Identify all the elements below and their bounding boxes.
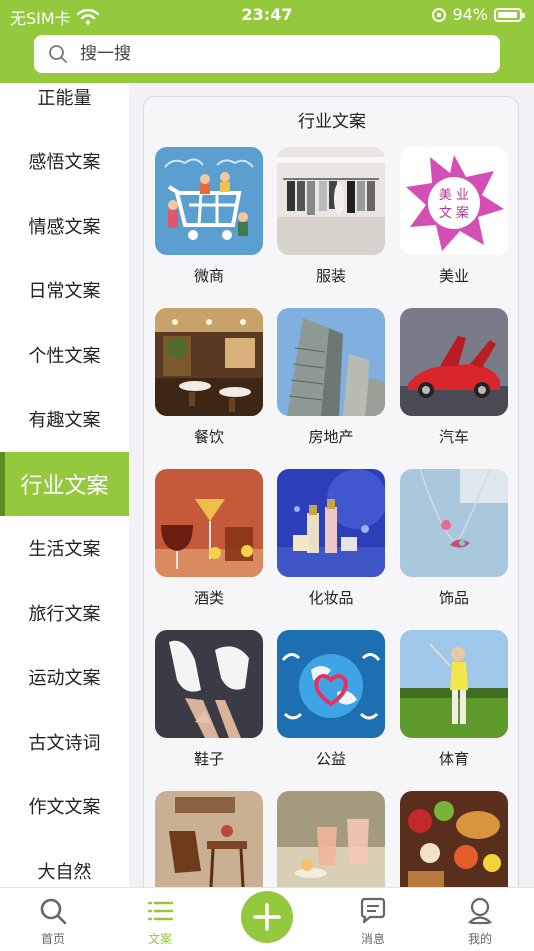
- sidebar-item-label: 感悟文案: [28, 152, 101, 173]
- profile-icon: [468, 897, 492, 925]
- beauty-logo-text-top: 美 业: [439, 188, 469, 203]
- thumbnail-image: [400, 630, 508, 738]
- plus-icon: [253, 903, 281, 931]
- sidebar-item-label: 旅行文案: [28, 604, 101, 625]
- sidebar-item-label: 生活文案: [28, 539, 101, 560]
- thumbnail-image: [155, 630, 263, 738]
- sidebar-item-sports[interactable]: 运动文案: [0, 645, 129, 709]
- tab-home[interactable]: 首页: [13, 888, 93, 951]
- add-button[interactable]: [241, 891, 293, 943]
- category-label: 美业: [438, 267, 469, 285]
- sidebar-item-essay[interactable]: 作文文案: [0, 774, 129, 838]
- category-item-real-estate[interactable]: 房地产: [277, 308, 385, 447]
- tab-label: 文案: [147, 932, 172, 946]
- category-item-clothing[interactable]: 服装: [277, 147, 385, 286]
- thumbnail-image: [277, 630, 385, 738]
- thumbnail-image: [400, 308, 508, 416]
- thumbnail-image: [155, 308, 263, 416]
- sidebar-item-life[interactable]: 生活文案: [0, 516, 129, 580]
- tab-profile[interactable]: 我的: [440, 888, 520, 951]
- thumbnail-image: [155, 791, 263, 899]
- category-label: 服装: [315, 267, 346, 285]
- message-icon: [360, 897, 386, 924]
- thumbnail-image: [277, 308, 385, 416]
- category-item-auto[interactable]: 汽车: [400, 308, 508, 447]
- category-label: 饰品: [438, 589, 469, 607]
- tab-label: 首页: [40, 932, 65, 946]
- category-label: 化妆品: [308, 589, 354, 607]
- sidebar-item-label: 有趣文案: [28, 410, 101, 431]
- sidebar-item-travel[interactable]: 旅行文案: [0, 581, 129, 645]
- sidebar-item-label: 古文诗词: [28, 733, 101, 754]
- category-item-accessories[interactable]: 饰品: [400, 469, 508, 608]
- sidebar-item-daily[interactable]: 日常文案: [0, 258, 129, 322]
- category-item-charity[interactable]: 公益: [277, 630, 385, 769]
- category-item-shoes[interactable]: 鞋子: [155, 630, 263, 769]
- category-label: 鞋子: [193, 750, 224, 768]
- category-label: 汽车: [438, 428, 469, 446]
- sidebar-item-label: 行业文案: [20, 474, 109, 499]
- search-icon: [40, 898, 67, 925]
- category-item-catering[interactable]: 餐饮: [155, 308, 263, 447]
- sidebar-item-positive-energy[interactable]: 正能量: [0, 83, 129, 129]
- category-item-beauty[interactable]: 美 业 文 案 美业: [400, 147, 508, 286]
- sidebar-item-label: 运动文案: [28, 668, 101, 689]
- sidebar-item-poetry[interactable]: 古文诗词: [0, 710, 129, 774]
- category-label: 体育: [438, 750, 469, 768]
- tab-label: 消息: [360, 932, 385, 946]
- tab-copywriting[interactable]: 文案: [120, 888, 200, 951]
- sidebar-item-industry[interactable]: 行业文案: [0, 452, 129, 516]
- thumbnail-image: [155, 469, 263, 577]
- category-label: 房地产: [308, 428, 354, 446]
- thumbnail-image: [155, 147, 263, 255]
- panel-title: 行业文案: [298, 112, 366, 132]
- thumbnail-image: [277, 791, 385, 899]
- category-label: 餐饮: [193, 428, 224, 446]
- thumbnail-image: 美 业 文 案: [400, 147, 508, 255]
- category-panel: 行业文案 微商 服装 美 业 文 案 美业 餐饮 房地产 汽车 酒类 化妆品 饰…: [143, 96, 519, 916]
- battery-fill: [498, 11, 517, 18]
- rotation-lock-icon: [432, 7, 447, 22]
- beauty-logo-text-bottom: 文 案: [439, 206, 469, 221]
- thumbnail-image: [400, 791, 508, 899]
- battery-percent: 94%: [452, 5, 488, 24]
- sidebar-item-personality[interactable]: 个性文案: [0, 323, 129, 387]
- list-icon: [147, 901, 174, 921]
- search-bar[interactable]: [34, 35, 500, 73]
- sidebar-item-insight[interactable]: 感悟文案: [0, 129, 129, 193]
- category-sidebar: 正能量 感悟文案 情感文案 日常文案 个性文案 有趣文案 行业文案 生活文案 旅…: [0, 83, 129, 887]
- tab-messages[interactable]: 消息: [333, 888, 413, 951]
- search-input[interactable]: [78, 43, 462, 65]
- thumbnail-image: [400, 469, 508, 577]
- sidebar-item-fun[interactable]: 有趣文案: [0, 387, 129, 451]
- sidebar-item-label: 作文文案: [28, 797, 101, 818]
- sidebar-item-label: 情感文案: [28, 217, 101, 238]
- battery-icon: [494, 7, 525, 22]
- status-bar: 无SIM卡 23:47 94%: [0, 0, 534, 30]
- category-label: 酒类: [193, 589, 224, 607]
- sidebar-item-emotion[interactable]: 情感文案: [0, 194, 129, 258]
- category-item-wechat-business[interactable]: 微商: [155, 147, 263, 286]
- search-icon: [49, 45, 67, 63]
- tab-label: 我的: [467, 932, 492, 946]
- category-label: 公益: [315, 750, 346, 768]
- sidebar-item-label: 大自然: [37, 862, 92, 883]
- sidebar-item-label: 日常文案: [28, 281, 101, 302]
- thumbnail-image: [277, 147, 385, 255]
- sidebar-item-label: 个性文案: [28, 346, 101, 367]
- category-item-liquor[interactable]: 酒类: [155, 469, 263, 608]
- category-label: 微商: [193, 267, 224, 285]
- thumbnail-image: [277, 469, 385, 577]
- sidebar-item-nature[interactable]: 大自然: [0, 839, 129, 887]
- sidebar-item-label: 正能量: [37, 88, 92, 109]
- category-item-cosmetics[interactable]: 化妆品: [277, 469, 385, 608]
- category-item-sports[interactable]: 体育: [400, 630, 508, 769]
